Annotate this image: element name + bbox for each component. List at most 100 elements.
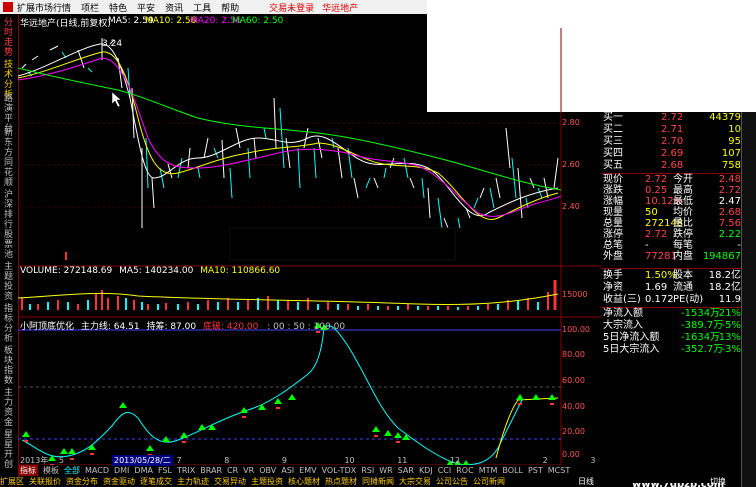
tab-boll[interactable]: BOLL <box>502 466 523 475</box>
menu-tools[interactable]: 工具 <box>193 1 211 14</box>
tab-vr[interactable]: VR <box>243 466 254 475</box>
left-sidebar: 分时走势 技术分析 路演平台 新东方 同花顺 沪深排行 股票池 主题投资 指标分… <box>0 14 19 487</box>
kline-chart[interactable]: 3.24 <box>18 28 601 465</box>
indicator-tick: 80.00 <box>562 350 585 359</box>
indicator-levels: : 00 : 50 : 100.00 <box>267 322 346 332</box>
tab-template[interactable]: 模板 <box>43 465 59 476</box>
period-label[interactable]: 日线 <box>578 476 594 487</box>
tab-ranking[interactable]: 沪深排行 <box>4 190 14 230</box>
tab-roc[interactable]: ROC <box>456 466 473 475</box>
login-status[interactable]: 交易未登录 <box>269 1 314 14</box>
bid-label: 买一 <box>603 112 623 123</box>
tab-sar[interactable]: SAR <box>398 466 414 475</box>
bottom-tab[interactable]: 核心题材 <box>288 476 320 487</box>
tab-tonghuashun[interactable]: 同花顺 <box>4 158 14 188</box>
flow-pct: -3% <box>721 344 741 355</box>
flow-value: -389.7万 <box>681 320 724 331</box>
menu-feature[interactable]: 特色 <box>109 1 127 14</box>
indicator-tick: 40.00 <box>562 402 585 411</box>
volume-bars <box>21 280 557 310</box>
bottom-tab[interactable]: 主力轨迹 <box>177 476 209 487</box>
bottom-tab[interactable]: 大宗交易 <box>399 476 431 487</box>
menu-extended-market[interactable]: 扩展市场行情 <box>17 1 71 14</box>
date-tick: 9 <box>281 456 287 465</box>
tab-asi[interactable]: ASI <box>281 466 294 475</box>
indicator-tick: 100.00 <box>562 325 590 334</box>
menu-help[interactable]: 帮助 <box>221 1 239 14</box>
menu-pingan[interactable]: 平安 <box>137 1 155 14</box>
tab-kdj[interactable]: KDJ <box>419 466 433 475</box>
menu-column[interactable]: 项栏 <box>81 1 99 14</box>
indicator-break: 底破: 420.00 <box>202 322 259 332</box>
tab-rsi[interactable]: RSI <box>361 466 374 475</box>
bottom-tab[interactable]: 资金分布 <box>66 476 98 487</box>
bottom-tab[interactable]: 逐笔成交 <box>140 476 172 487</box>
bid-price: 2.68 <box>661 160 684 171</box>
tab-dma[interactable]: DMA <box>134 466 153 475</box>
bottom-tab[interactable]: 热点题材 <box>325 476 357 487</box>
date-tick: 10 <box>344 456 355 465</box>
date-tick: 2 <box>542 456 548 465</box>
current-stock: 华远地产 <box>322 3 359 14</box>
tab-star[interactable]: 星星开创 <box>4 430 14 470</box>
stat-label: 股本 <box>673 270 693 281</box>
flow-label: 5日大宗流入 <box>603 344 660 355</box>
stat-value: 11.9 <box>718 294 741 305</box>
right-scrollbar[interactable] <box>741 112 756 487</box>
tab-mcst[interactable]: MCST <box>548 466 570 475</box>
app-icon <box>3 2 13 12</box>
date-tick: 5 <box>58 456 64 465</box>
bottom-tab[interactable]: 公司公告 <box>436 476 468 487</box>
tab-mtm[interactable]: MTM <box>479 466 498 475</box>
bottom-tab[interactable]: 主题投资 <box>251 476 283 487</box>
tab-capital[interactable]: 主力资金 <box>4 388 14 428</box>
bottom-tab[interactable]: 扩展区 <box>0 476 24 487</box>
stat-label: 净资 <box>603 282 623 293</box>
date-tick: 3 <box>590 456 596 465</box>
volume-legend: VOLUME: 272148.69 MA5: 140234.00 MA10: 1… <box>20 266 280 276</box>
bottom-tab[interactable]: 公司新闻 <box>473 476 505 487</box>
bottom-tab[interactable]: 关联报价 <box>29 476 61 487</box>
tab-obv[interactable]: OBV <box>259 466 276 475</box>
tab-fsl[interactable]: FSL <box>158 466 172 475</box>
tab-cr[interactable]: CR <box>227 466 238 475</box>
volume-ma10: MA10: 110866.60 <box>200 266 281 276</box>
bottom-tab[interactable]: 同摊新闻 <box>362 476 394 487</box>
tab-wr[interactable]: WR <box>379 466 392 475</box>
tab-dmi[interactable]: DMI <box>114 466 129 475</box>
indicator-tick: 20.00 <box>562 427 585 436</box>
tab-indicator-main[interactable]: 指标 <box>18 465 38 476</box>
quote-fundamentals: 换手 1.50% 股本 18.2亿 净资 1.69 流通 18.2亿 收益(三) 0.172 P… <box>601 270 741 306</box>
flow-pct: -21% <box>715 308 741 319</box>
bottom-tab[interactable]: 资金驱动 <box>103 476 135 487</box>
bid-label: 买五 <box>603 160 623 171</box>
tab-vol-tdx[interactable]: VOL-TDX <box>322 466 357 475</box>
stat-label: 流通 <box>673 282 693 293</box>
tab-macd[interactable]: MACD <box>85 466 109 475</box>
tab-sector[interactable]: 板块指数 <box>4 346 14 386</box>
bid-volume: 10 <box>728 124 741 135</box>
main-force-line <box>21 325 523 465</box>
tab-indicator[interactable]: 指标分析 <box>4 304 14 344</box>
bottom-tab[interactable]: 交易异动 <box>214 476 246 487</box>
tab-pst[interactable]: PST <box>528 466 543 475</box>
tab-all[interactable]: 全部 <box>64 465 80 476</box>
date-year: 2013年 <box>20 456 49 465</box>
price-tick: 2.40 <box>562 202 580 211</box>
tab-new-oriental[interactable]: 新东方 <box>4 128 14 158</box>
tab-stock-pool[interactable]: 股票池 <box>4 230 14 260</box>
menu-news[interactable]: 资讯 <box>165 1 183 14</box>
tab-intraday[interactable]: 分时走势 <box>4 18 14 58</box>
volume-value: VOLUME: 272148.69 <box>20 266 113 276</box>
stat-value: 1.50% <box>645 270 677 281</box>
tab-cci[interactable]: CCI <box>438 466 452 475</box>
tab-theme[interactable]: 主题投资 <box>4 262 14 302</box>
tab-brar[interactable]: BRAR <box>200 466 222 475</box>
tab-emv[interactable]: EMV <box>299 466 316 475</box>
ma20-line <box>18 57 562 217</box>
flow-pct: -13% <box>715 332 741 343</box>
flow-label: 5日净流入额 <box>603 332 660 343</box>
tab-trix[interactable]: TRIX <box>177 466 195 475</box>
bid-label: 买三 <box>603 136 623 147</box>
ma60-line <box>18 67 562 191</box>
